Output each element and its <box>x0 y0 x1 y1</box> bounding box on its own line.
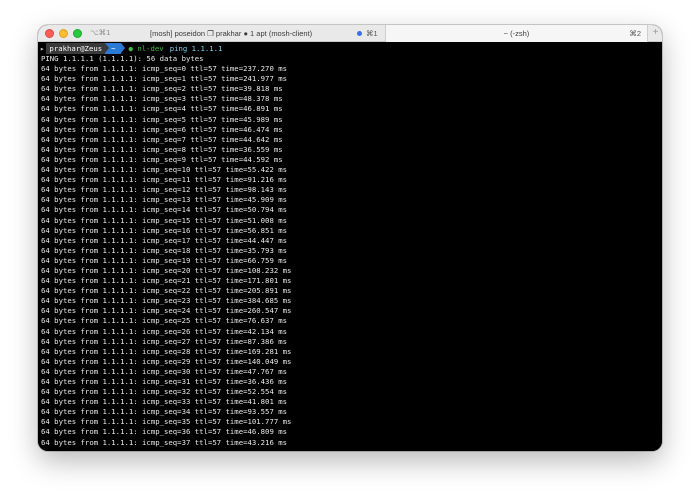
ping-reply-line: 64 bytes from 1.1.1.1: icmp_seq=19 ttl=5… <box>41 255 288 265</box>
ping-reply-line: 64 bytes from 1.1.1.1: icmp_seq=17 ttl=5… <box>41 235 288 245</box>
ping-header: PING 1.1.1.1 (1.1.1.1): 56 data bytes <box>41 54 204 63</box>
ping-reply-line: 64 bytes from 1.1.1.1: icmp_seq=10 ttl=5… <box>41 165 288 175</box>
ping-reply-line: 64 bytes from 1.1.1.1: icmp_seq=23 ttl=5… <box>41 296 292 306</box>
activity-dot-icon <box>357 31 362 36</box>
ping-reply-line: 64 bytes from 1.1.1.1: icmp_seq=22 ttl=5… <box>41 286 292 296</box>
ping-reply-line: 64 bytes from 1.1.1.1: icmp_seq=32 ttl=5… <box>41 387 288 397</box>
ping-reply-line: 64 bytes from 1.1.1.1: icmp_seq=16 ttl=5… <box>41 225 288 235</box>
tab-mosh-poseidon[interactable]: [mosh] poseidon ❐ prakhar ● 1 apt (mosh-… <box>138 25 384 42</box>
ping-reply-line: 64 bytes from 1.1.1.1: icmp_seq=28 ttl=5… <box>41 346 292 356</box>
ping-reply-line: 64 bytes from 1.1.1.1: icmp_seq=2 ttl=57… <box>41 84 283 94</box>
ping-reply-line: 64 bytes from 1.1.1.1: icmp_seq=37 ttl=5… <box>41 437 288 447</box>
close-button[interactable] <box>45 29 54 38</box>
prompt-directory: ~ <box>105 43 126 54</box>
terminal-output-area[interactable]: ▸ prakhar@Zeus ~ ● nl-dev ping 1.1.1.1 PING … <box>38 42 662 451</box>
minimize-button[interactable] <box>59 29 68 38</box>
ping-reply-line: 64 bytes from 1.1.1.1: icmp_seq=24 ttl=5… <box>41 306 292 316</box>
ping-reply-line: 64 bytes from 1.1.1.1: icmp_seq=30 ttl=5… <box>41 366 288 376</box>
ping-reply-line: 64 bytes from 1.1.1.1: icmp_seq=27 ttl=5… <box>41 336 288 346</box>
terminal-window: ⌥⌘1 [mosh] poseidon ❐ prakhar ● 1 apt (m… <box>38 25 662 451</box>
ping-reply-line: 64 bytes from 1.1.1.1: icmp_seq=3 ttl=57… <box>41 94 283 104</box>
ping-reply-line: 64 bytes from 1.1.1.1: icmp_seq=18 ttl=5… <box>41 245 288 255</box>
ping-reply-line: 64 bytes from 1.1.1.1: icmp_seq=26 ttl=5… <box>41 326 288 336</box>
tab-title: ~ (-zsh) <box>503 29 530 38</box>
ping-reply-line: 64 bytes from 1.1.1.1: icmp_seq=34 ttl=5… <box>41 407 288 417</box>
prompt-user-host: prakhar@Zeus <box>46 43 106 54</box>
shell-prompt: ▸ prakhar@Zeus ~ ● nl-dev ping 1.1.1.1 <box>38 43 222 54</box>
command-output: PING 1.1.1.1 (1.1.1.1): 56 data bytes 64… <box>41 54 291 448</box>
ping-reply-line: 64 bytes from 1.1.1.1: icmp_seq=0 ttl=57… <box>41 64 288 74</box>
new-tab-button[interactable]: + <box>649 25 662 42</box>
ping-reply-line: 64 bytes from 1.1.1.1: icmp_seq=20 ttl=5… <box>41 265 292 275</box>
window-shortcut: ⌥⌘1 <box>90 28 111 37</box>
tab-shortcut: ⌘2 <box>629 29 641 38</box>
ping-reply-line: 64 bytes from 1.1.1.1: icmp_seq=36 ttl=5… <box>41 427 288 437</box>
prompt-git-branch: ● nl-dev <box>128 44 164 53</box>
tab-title: [mosh] poseidon ❐ prakhar ● 1 apt (mosh-… <box>150 29 313 38</box>
ping-reply-line: 64 bytes from 1.1.1.1: icmp_seq=35 ttl=5… <box>41 417 292 427</box>
ping-reply-line: 64 bytes from 1.1.1.1: icmp_seq=12 ttl=5… <box>41 185 288 195</box>
ping-reply-line: 64 bytes from 1.1.1.1: icmp_seq=5 ttl=57… <box>41 114 283 124</box>
ping-reply-line: 64 bytes from 1.1.1.1: icmp_seq=11 ttl=5… <box>41 175 288 185</box>
ping-reply-line: 64 bytes from 1.1.1.1: icmp_seq=21 ttl=5… <box>41 276 292 286</box>
prompt-chevron-icon: ▸ <box>40 44 45 53</box>
ping-reply-line: 64 bytes from 1.1.1.1: icmp_seq=15 ttl=5… <box>41 215 288 225</box>
title-bar: ⌥⌘1 [mosh] poseidon ❐ prakhar ● 1 apt (m… <box>38 25 662 42</box>
prompt-command: ping 1.1.1.1 <box>169 44 223 53</box>
tab-local-zsh[interactable]: ~ (-zsh) ⌘2 <box>385 25 648 42</box>
ping-reply-line: 64 bytes from 1.1.1.1: icmp_seq=9 ttl=57… <box>41 154 283 164</box>
ping-reply-line: 64 bytes from 1.1.1.1: icmp_seq=6 ttl=57… <box>41 124 283 134</box>
ping-reply-line: 64 bytes from 1.1.1.1: icmp_seq=13 ttl=5… <box>41 195 288 205</box>
ping-reply-line: 64 bytes from 1.1.1.1: icmp_seq=1 ttl=57… <box>41 74 288 84</box>
ping-reply-line: 64 bytes from 1.1.1.1: icmp_seq=29 ttl=5… <box>41 356 292 366</box>
ping-reply-line: 64 bytes from 1.1.1.1: icmp_seq=31 ttl=5… <box>41 377 288 386</box>
ping-reply-line: 64 bytes from 1.1.1.1: icmp_seq=25 ttl=5… <box>41 316 288 326</box>
tab-shortcut: ⌘1 <box>366 29 378 38</box>
ping-reply-line: 64 bytes from 1.1.1.1: icmp_seq=14 ttl=5… <box>41 205 288 215</box>
ping-reply-line: 64 bytes from 1.1.1.1: icmp_seq=7 ttl=57… <box>41 134 283 144</box>
maximize-button[interactable] <box>73 29 82 38</box>
ping-reply-line: 64 bytes from 1.1.1.1: icmp_seq=4 ttl=57… <box>41 104 283 114</box>
ping-reply-line: 64 bytes from 1.1.1.1: icmp_seq=33 ttl=5… <box>41 397 288 407</box>
ping-reply-line: 64 bytes from 1.1.1.1: icmp_seq=8 ttl=57… <box>41 144 283 154</box>
